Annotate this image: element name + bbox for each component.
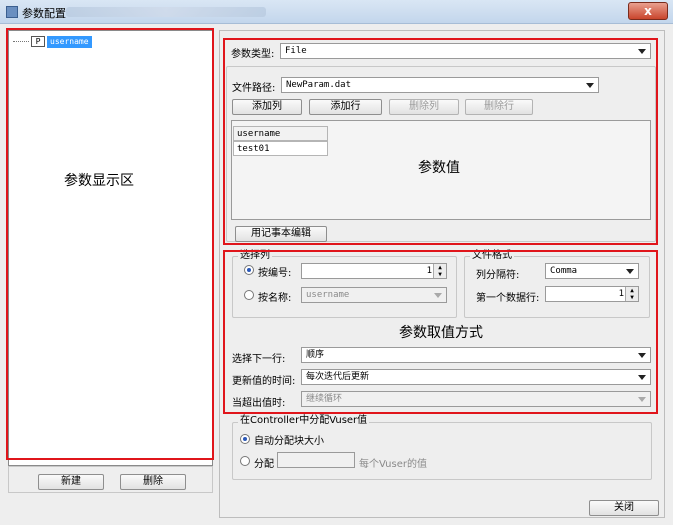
annotation-value-method: 参数取值方式 bbox=[399, 325, 483, 341]
annotation-param-value: 参数值 bbox=[418, 160, 460, 176]
controller-title: 在Controller中分配Vuser值 bbox=[238, 415, 370, 427]
title-obscured-area bbox=[66, 7, 266, 17]
window-title: 参数配置 bbox=[22, 7, 66, 20]
highlight-display-area bbox=[6, 28, 214, 460]
allocate-radio[interactable] bbox=[240, 456, 250, 466]
highlight-param-value bbox=[223, 38, 658, 245]
new-button[interactable]: 新建 bbox=[38, 474, 104, 490]
auto-allocate-label: 自动分配块大小 bbox=[254, 436, 324, 447]
allocate-input[interactable] bbox=[277, 452, 355, 468]
allocate-label: 分配 bbox=[254, 459, 274, 470]
app-icon bbox=[6, 6, 18, 18]
per-vuser-label: 每个Vuser的值 bbox=[359, 459, 427, 470]
annotation-display-area: 参数显示区 bbox=[64, 173, 134, 189]
controller-group bbox=[232, 422, 652, 480]
window-close-button[interactable]: x bbox=[628, 2, 668, 20]
auto-allocate-radio[interactable] bbox=[240, 434, 250, 444]
delete-button[interactable]: 删除 bbox=[120, 474, 186, 490]
close-button[interactable]: 关闭 bbox=[589, 500, 659, 516]
